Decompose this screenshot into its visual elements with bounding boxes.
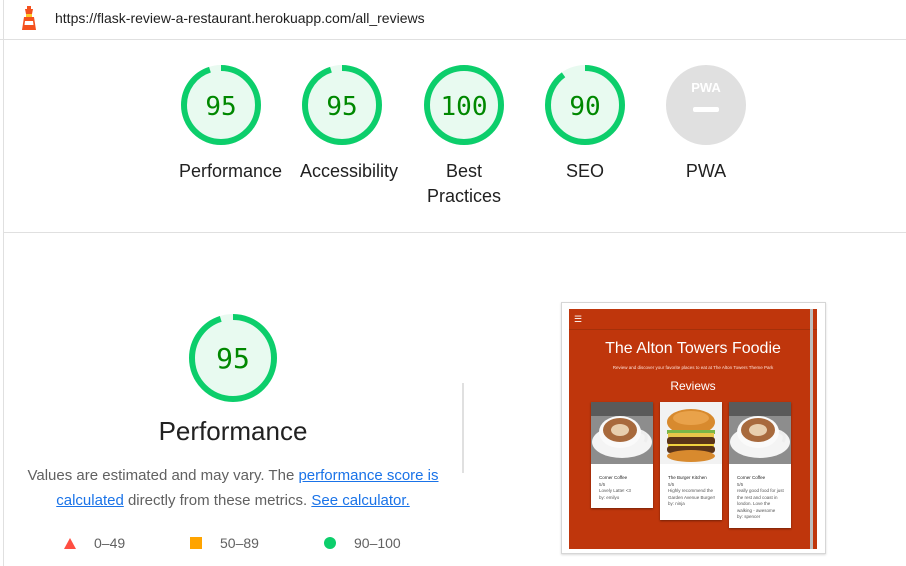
lighthouse-icon (22, 6, 36, 30)
legend-pass: 90–100 (323, 535, 401, 551)
gauge-label: Performance (179, 161, 283, 181)
final-screenshot: ☰ The Alton Towers Foodie Review and dis… (561, 302, 826, 554)
gauge-accessibility[interactable]: 95 Accessibility (300, 63, 399, 184)
desc-text: Values are estimated and may vary. The (27, 467, 299, 484)
gauge-performance[interactable]: 95 Performance (179, 63, 283, 184)
performance-description: Values are estimated and may vary. The p… (24, 463, 442, 513)
left-edge (3, 0, 4, 566)
desc-text: directly from these metrics. (123, 492, 312, 509)
accessibility-score: 95 (326, 92, 357, 122)
performance-big-score: 95 (216, 342, 250, 375)
legend-average: 50–89 (189, 535, 259, 551)
performance-gauge-ring: 95 (181, 65, 261, 145)
triangle-icon (64, 538, 76, 549)
review-card: Corner Coffee 5/5 Lovely Latte! <3 by: e… (591, 402, 653, 508)
performance-score: 95 (205, 92, 236, 122)
card-text: Highly recommend the Garden Avenue Burge… (668, 488, 716, 500)
pwa-badge-icon: PWA (666, 65, 746, 145)
best-practices-score: 100 (441, 92, 488, 122)
gauge-pwa[interactable]: PWA PWA (664, 63, 748, 184)
seo-gauge-ring: 90 (545, 65, 625, 145)
card-author: by: emilyo (599, 494, 620, 500)
gauge-label: SEO (565, 161, 604, 181)
section-divider (4, 232, 906, 233)
url-bar: https://flask-review-a-restaurant.heroku… (0, 0, 906, 40)
review-card: The Burger Kitchen 5/5 Highly recommend … (660, 402, 722, 520)
square-icon (190, 537, 202, 549)
legend-fail-label: 0–49 (94, 535, 126, 551)
card-text: really good food for just the rest and c… (737, 488, 784, 513)
page-url[interactable]: https://flask-review-a-restaurant.heroku… (55, 10, 425, 26)
hamburger-icon: ☰ (574, 314, 583, 324)
nav-rule (569, 329, 817, 330)
svg-text:PWA: PWA (691, 80, 721, 95)
seo-score: 90 (569, 92, 600, 122)
performance-big-gauge: 95 (189, 314, 277, 402)
gauge-label: PWA (685, 161, 727, 181)
screenshot-subtitle: Review and discover your favorite places… (612, 365, 774, 370)
gauge-best-practices[interactable]: 100 Best Practices (422, 63, 506, 209)
vertical-divider (462, 383, 464, 473)
legend-pass-label: 90–100 (354, 535, 401, 551)
gauge-label: Accessibility (300, 161, 399, 181)
performance-heading: Performance (158, 416, 308, 446)
screenshot-page: ☰ The Alton Towers Foodie Review and dis… (569, 309, 817, 549)
screenshot-scrollbar (810, 309, 813, 549)
gauge-label: Best Practices (426, 161, 502, 206)
legend-fail: 0–49 (63, 535, 125, 551)
gauge-seo[interactable]: 90 SEO (543, 63, 627, 184)
legend-average-label: 50–89 (220, 535, 259, 551)
card-body: Corner Coffee 5/5 Lovely Latte! <3 by: e… (591, 469, 653, 503)
circle-icon (324, 537, 336, 549)
card-author: by: spencer (737, 514, 761, 519)
screenshot-title: The Alton Towers Foodie (605, 340, 781, 357)
card-author: by: ninja (668, 501, 685, 506)
card-body: Corner Coffee 5/5 really good food for j… (729, 469, 791, 523)
screenshot-reviews-heading: Reviews (670, 379, 716, 393)
coffee-image (729, 402, 791, 464)
card-body: The Burger Kitchen 5/5 Highly recommend … (660, 469, 722, 510)
burger-image (660, 402, 722, 464)
coffee-image (591, 402, 653, 464)
accessibility-gauge-ring: 95 (302, 65, 382, 145)
review-card: Corner Coffee 5/5 really good food for j… (729, 402, 791, 528)
see-calculator-link[interactable]: See calculator. (311, 492, 409, 509)
best-practices-gauge-ring: 100 (424, 65, 504, 145)
